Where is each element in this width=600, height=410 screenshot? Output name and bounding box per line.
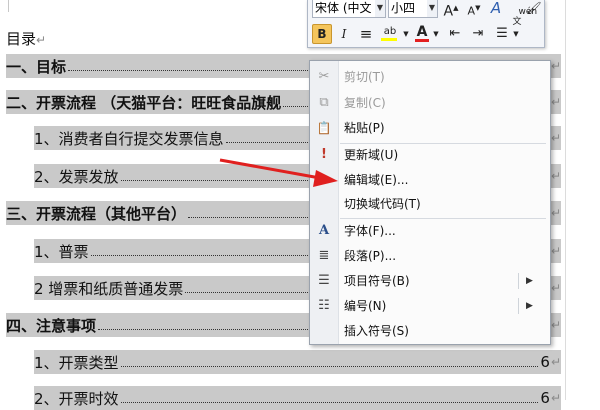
red-annotation-arrow (219, 158, 338, 187)
arrow-head (313, 170, 338, 187)
arrow-shaft (219, 158, 321, 180)
